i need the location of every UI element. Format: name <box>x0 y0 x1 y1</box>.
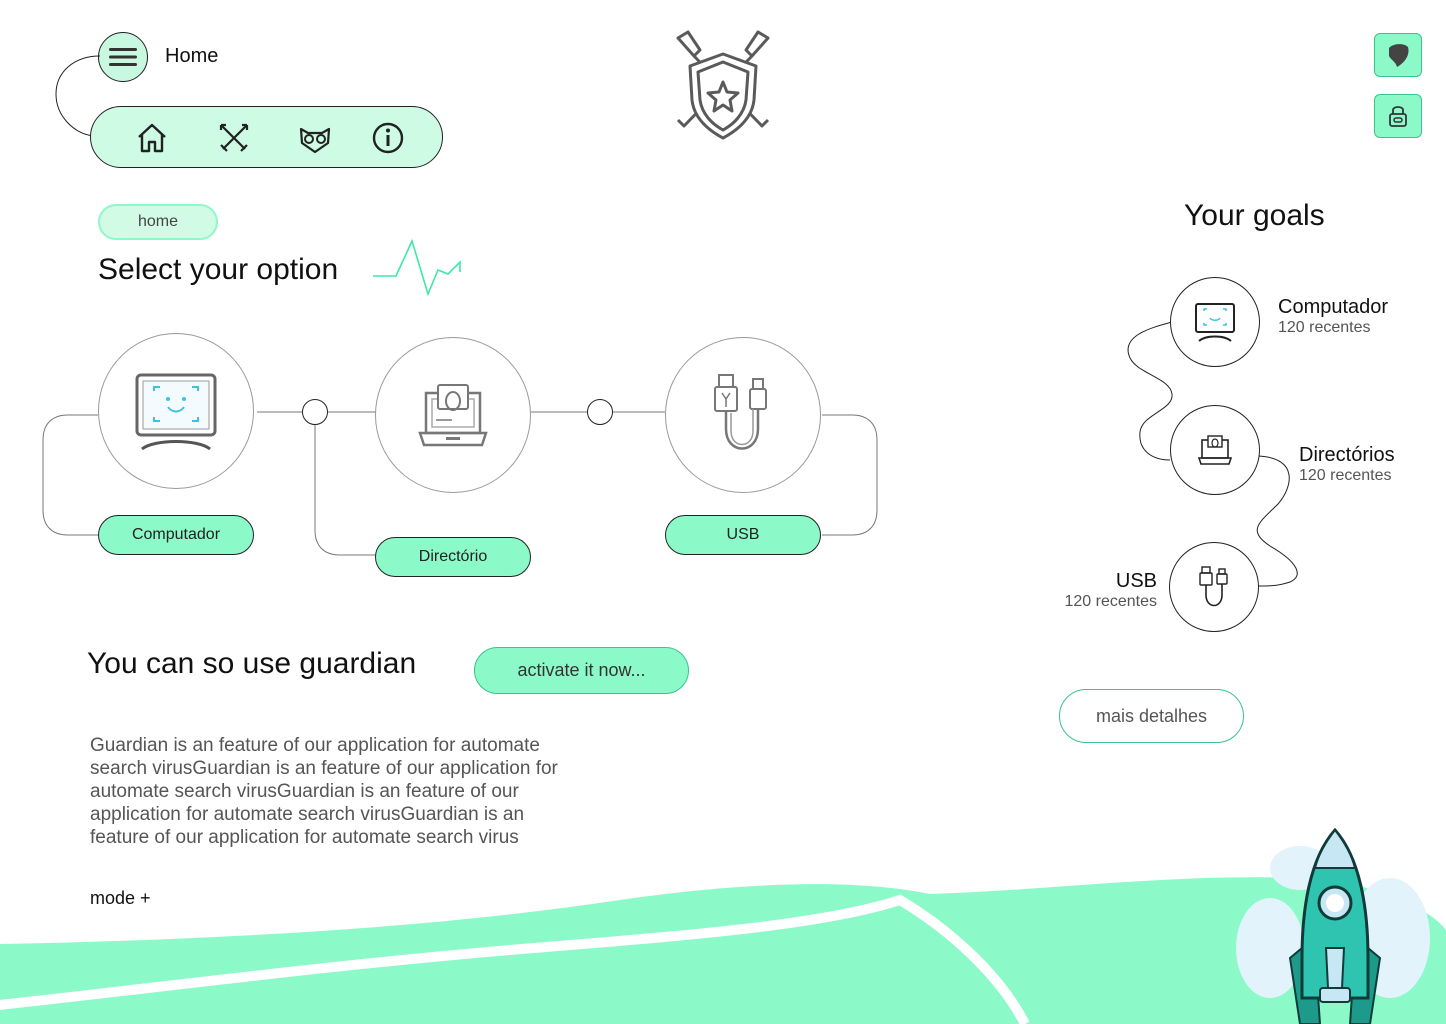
goal-directorios-name: Directórios <box>1299 444 1395 466</box>
option-usb-card[interactable] <box>665 337 821 493</box>
activate-button[interactable]: activate it now... <box>474 647 689 694</box>
option-computador-label[interactable]: Computador <box>98 515 254 555</box>
monitor-icon <box>1195 303 1235 342</box>
goal-computador-name: Computador <box>1278 296 1389 318</box>
laptop-icon <box>418 384 488 447</box>
goal-directorios[interactable] <box>1170 405 1260 495</box>
more-details-button[interactable]: mais detalhes <box>1059 689 1244 743</box>
shield-blob-icon <box>1389 44 1409 67</box>
guardian-title: You can so use guardian <box>87 647 417 680</box>
monitor-icon <box>135 373 217 451</box>
connector-node <box>587 399 613 425</box>
guardian-description: Guardian is an feature of our applicatio… <box>90 735 558 848</box>
more-link[interactable]: mode + <box>90 888 151 909</box>
goal-usb-count: 120 recentes <box>1064 593 1157 610</box>
lock-button[interactable] <box>1374 94 1422 138</box>
goal-computador-count: 120 recentes <box>1278 319 1371 336</box>
connector-node <box>302 399 328 425</box>
option-computador-card[interactable] <box>98 333 254 489</box>
goal-usb[interactable] <box>1169 542 1259 632</box>
goal-computador[interactable] <box>1170 277 1260 367</box>
usb-icon <box>1199 566 1228 607</box>
lock-icon <box>1389 106 1407 127</box>
option-usb-label[interactable]: USB <box>665 515 821 555</box>
shield-button[interactable] <box>1374 33 1422 77</box>
rocket-illustration <box>1236 828 1430 1024</box>
option-connectors <box>42 411 878 556</box>
goal-directorios-count: 120 recentes <box>1299 467 1392 484</box>
laptop-icon <box>1198 435 1232 465</box>
usb-icon <box>714 374 767 450</box>
option-directorio-label[interactable]: Directório <box>375 537 531 577</box>
goals-title: Your goals <box>1184 199 1325 232</box>
goal-usb-name: USB <box>1115 570 1157 592</box>
option-directorio-card[interactable] <box>375 337 531 493</box>
